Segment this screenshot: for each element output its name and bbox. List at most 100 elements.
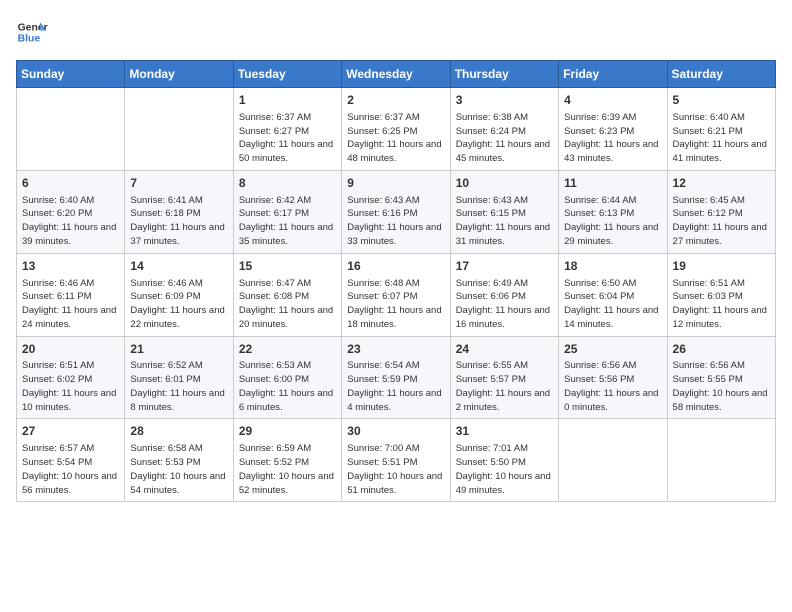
weekday-header: Monday bbox=[125, 61, 233, 88]
day-number: 15 bbox=[239, 258, 336, 275]
day-number: 22 bbox=[239, 341, 336, 358]
weekday-header: Tuesday bbox=[233, 61, 341, 88]
calendar-cell: 9 Sunrise: 6:43 AM Sunset: 6:16 PM Daylig… bbox=[342, 170, 450, 253]
calendar-cell: 27 Sunrise: 6:57 AM Sunset: 5:54 PM Dayli… bbox=[17, 419, 125, 502]
day-info: Sunrise: 6:57 AM Sunset: 5:54 PM Dayligh… bbox=[22, 442, 119, 497]
calendar-cell: 10 Sunrise: 6:43 AM Sunset: 6:15 PM Dayli… bbox=[450, 170, 558, 253]
day-number: 20 bbox=[22, 341, 119, 358]
calendar-cell: 11 Sunrise: 6:44 AM Sunset: 6:13 PM Dayli… bbox=[559, 170, 667, 253]
day-number: 4 bbox=[564, 92, 661, 109]
day-number: 11 bbox=[564, 175, 661, 192]
calendar-cell: 23Sunrise: 6:54 AM Sunset: 5:59 PM Dayli… bbox=[342, 336, 450, 419]
day-info: Sunrise: 6:54 AM Sunset: 5:59 PM Dayligh… bbox=[347, 359, 444, 414]
day-number: 9 bbox=[347, 175, 444, 192]
day-info: Sunrise: 6:47 AM Sunset: 6:08 PM Dayligh… bbox=[239, 277, 336, 332]
calendar-cell: 2 Sunrise: 6:37 AM Sunset: 6:25 PM Daylig… bbox=[342, 88, 450, 171]
day-number: 14 bbox=[130, 258, 227, 275]
calendar-week-row: 27 Sunrise: 6:57 AM Sunset: 5:54 PM Dayli… bbox=[17, 419, 776, 502]
calendar-cell: 12 Sunrise: 6:45 AM Sunset: 6:12 PM Dayli… bbox=[667, 170, 775, 253]
calendar-cell: 30Sunrise: 7:00 AM Sunset: 5:51 PM Dayli… bbox=[342, 419, 450, 502]
day-number: 5 bbox=[673, 92, 770, 109]
calendar-cell: 1 Sunrise: 6:37 AM Sunset: 6:27 PM Daylig… bbox=[233, 88, 341, 171]
calendar-cell bbox=[17, 88, 125, 171]
svg-text:Blue: Blue bbox=[18, 34, 41, 45]
day-info: Sunrise: 6:52 AM Sunset: 6:01 PM Dayligh… bbox=[130, 359, 227, 414]
day-info: Sunrise: 6:38 AM Sunset: 6:24 PM Dayligh… bbox=[456, 111, 553, 166]
calendar-cell: 28 Sunrise: 6:58 AM Sunset: 5:53 PM Dayli… bbox=[125, 419, 233, 502]
day-number: 1 bbox=[239, 92, 336, 109]
logo: General Blue bbox=[16, 16, 48, 48]
calendar-cell: 15 Sunrise: 6:47 AM Sunset: 6:08 PM Dayli… bbox=[233, 253, 341, 336]
day-info: Sunrise: 6:43 AM Sunset: 6:16 PM Dayligh… bbox=[347, 194, 444, 249]
calendar-cell: 19Sunrise: 6:51 AM Sunset: 6:03 PM Dayli… bbox=[667, 253, 775, 336]
day-info: Sunrise: 6:59 AM Sunset: 5:52 PM Dayligh… bbox=[239, 442, 336, 497]
day-info: Sunrise: 6:48 AM Sunset: 6:07 PM Dayligh… bbox=[347, 277, 444, 332]
day-info: Sunrise: 6:49 AM Sunset: 6:06 PM Dayligh… bbox=[456, 277, 553, 332]
day-number: 27 bbox=[22, 423, 119, 440]
day-info: Sunrise: 6:40 AM Sunset: 6:20 PM Dayligh… bbox=[22, 194, 119, 249]
day-info: Sunrise: 6:51 AM Sunset: 6:02 PM Dayligh… bbox=[22, 359, 119, 414]
calendar-cell: 16 Sunrise: 6:48 AM Sunset: 6:07 PM Dayli… bbox=[342, 253, 450, 336]
logo-icon: General Blue bbox=[16, 16, 48, 48]
day-number: 30 bbox=[347, 423, 444, 440]
calendar-week-row: 1 Sunrise: 6:37 AM Sunset: 6:27 PM Daylig… bbox=[17, 88, 776, 171]
day-number: 10 bbox=[456, 175, 553, 192]
day-number: 29 bbox=[239, 423, 336, 440]
calendar-cell: 5Sunrise: 6:40 AM Sunset: 6:21 PM Daylig… bbox=[667, 88, 775, 171]
calendar-cell: 18 Sunrise: 6:50 AM Sunset: 6:04 PM Dayli… bbox=[559, 253, 667, 336]
day-info: Sunrise: 6:39 AM Sunset: 6:23 PM Dayligh… bbox=[564, 111, 661, 166]
day-number: 24 bbox=[456, 341, 553, 358]
day-number: 12 bbox=[673, 175, 770, 192]
calendar-cell: 6 Sunrise: 6:40 AM Sunset: 6:20 PM Daylig… bbox=[17, 170, 125, 253]
calendar-cell bbox=[559, 419, 667, 502]
day-number: 6 bbox=[22, 175, 119, 192]
day-info: Sunrise: 6:56 AM Sunset: 5:56 PM Dayligh… bbox=[564, 359, 661, 414]
calendar-cell bbox=[125, 88, 233, 171]
day-info: Sunrise: 6:50 AM Sunset: 6:04 PM Dayligh… bbox=[564, 277, 661, 332]
day-info: Sunrise: 6:56 AM Sunset: 5:55 PM Dayligh… bbox=[673, 359, 770, 414]
calendar-cell: 26Sunrise: 6:56 AM Sunset: 5:55 PM Dayli… bbox=[667, 336, 775, 419]
day-info: Sunrise: 6:46 AM Sunset: 6:11 PM Dayligh… bbox=[22, 277, 119, 332]
day-number: 7 bbox=[130, 175, 227, 192]
day-number: 3 bbox=[456, 92, 553, 109]
day-info: Sunrise: 6:51 AM Sunset: 6:03 PM Dayligh… bbox=[673, 277, 770, 332]
calendar-cell: 31 Sunrise: 7:01 AM Sunset: 5:50 PM Dayli… bbox=[450, 419, 558, 502]
weekday-header: Friday bbox=[559, 61, 667, 88]
day-info: Sunrise: 6:37 AM Sunset: 6:25 PM Dayligh… bbox=[347, 111, 444, 166]
calendar-cell: 20Sunrise: 6:51 AM Sunset: 6:02 PM Dayli… bbox=[17, 336, 125, 419]
calendar-cell: 7Sunrise: 6:41 AM Sunset: 6:18 PM Daylig… bbox=[125, 170, 233, 253]
calendar-header-row: SundayMondayTuesdayWednesdayThursdayFrid… bbox=[17, 61, 776, 88]
day-number: 13 bbox=[22, 258, 119, 275]
day-info: Sunrise: 6:43 AM Sunset: 6:15 PM Dayligh… bbox=[456, 194, 553, 249]
day-number: 21 bbox=[130, 341, 227, 358]
weekday-header: Wednesday bbox=[342, 61, 450, 88]
calendar-cell: 13 Sunrise: 6:46 AM Sunset: 6:11 PM Dayli… bbox=[17, 253, 125, 336]
day-number: 28 bbox=[130, 423, 227, 440]
calendar-cell: 25Sunrise: 6:56 AM Sunset: 5:56 PM Dayli… bbox=[559, 336, 667, 419]
calendar-cell: 29 Sunrise: 6:59 AM Sunset: 5:52 PM Dayli… bbox=[233, 419, 341, 502]
day-number: 2 bbox=[347, 92, 444, 109]
calendar-cell: 22Sunrise: 6:53 AM Sunset: 6:00 PM Dayli… bbox=[233, 336, 341, 419]
day-info: Sunrise: 6:46 AM Sunset: 6:09 PM Dayligh… bbox=[130, 277, 227, 332]
weekday-header: Thursday bbox=[450, 61, 558, 88]
calendar-cell bbox=[667, 419, 775, 502]
day-info: Sunrise: 7:01 AM Sunset: 5:50 PM Dayligh… bbox=[456, 442, 553, 497]
day-number: 31 bbox=[456, 423, 553, 440]
calendar-cell: 14 Sunrise: 6:46 AM Sunset: 6:09 PM Dayli… bbox=[125, 253, 233, 336]
day-number: 23 bbox=[347, 341, 444, 358]
day-number: 18 bbox=[564, 258, 661, 275]
calendar-cell: 3 Sunrise: 6:38 AM Sunset: 6:24 PM Daylig… bbox=[450, 88, 558, 171]
day-info: Sunrise: 6:37 AM Sunset: 6:27 PM Dayligh… bbox=[239, 111, 336, 166]
calendar-cell: 4 Sunrise: 6:39 AM Sunset: 6:23 PM Daylig… bbox=[559, 88, 667, 171]
day-info: Sunrise: 6:45 AM Sunset: 6:12 PM Dayligh… bbox=[673, 194, 770, 249]
day-info: Sunrise: 6:42 AM Sunset: 6:17 PM Dayligh… bbox=[239, 194, 336, 249]
calendar-cell: 24Sunrise: 6:55 AM Sunset: 5:57 PM Dayli… bbox=[450, 336, 558, 419]
calendar-week-row: 13 Sunrise: 6:46 AM Sunset: 6:11 PM Dayli… bbox=[17, 253, 776, 336]
day-info: Sunrise: 6:53 AM Sunset: 6:00 PM Dayligh… bbox=[239, 359, 336, 414]
day-info: Sunrise: 6:44 AM Sunset: 6:13 PM Dayligh… bbox=[564, 194, 661, 249]
day-number: 16 bbox=[347, 258, 444, 275]
day-info: Sunrise: 6:58 AM Sunset: 5:53 PM Dayligh… bbox=[130, 442, 227, 497]
calendar-cell: 21Sunrise: 6:52 AM Sunset: 6:01 PM Dayli… bbox=[125, 336, 233, 419]
page-header: General Blue bbox=[16, 16, 776, 48]
calendar-cell: 17Sunrise: 6:49 AM Sunset: 6:06 PM Dayli… bbox=[450, 253, 558, 336]
